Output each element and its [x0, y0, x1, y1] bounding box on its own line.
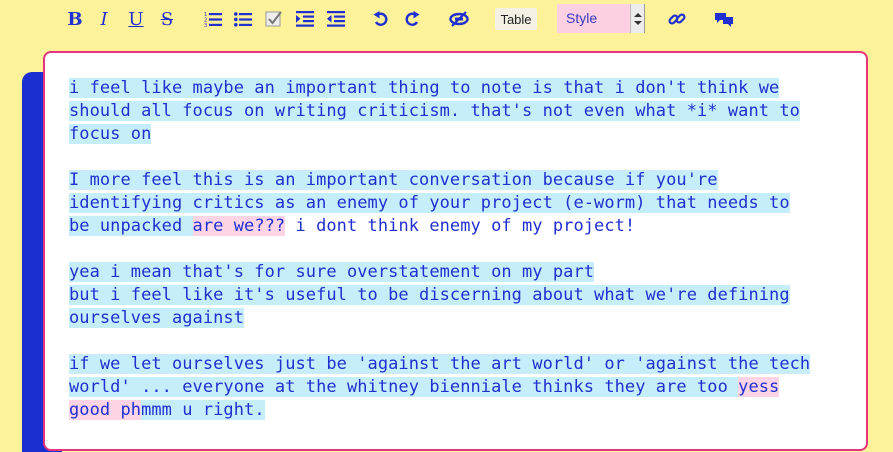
- text-line: I more feel this is an important convers…: [69, 170, 718, 190]
- link-button[interactable]: [666, 8, 688, 30]
- bold-button[interactable]: B: [66, 8, 84, 30]
- table-button-label: Table: [500, 11, 532, 27]
- underline-icon: U: [128, 8, 144, 30]
- strikethrough-icon: S: [160, 8, 174, 30]
- text-segment: be unpacked: [69, 216, 193, 236]
- redo-button[interactable]: [402, 8, 422, 30]
- bullet-list-button[interactable]: [233, 8, 253, 30]
- text-segment: i dont think enemy of my project!: [285, 216, 636, 236]
- ordered-list-button[interactable]: 1 2 3: [203, 8, 223, 30]
- bullet-list-icon: [234, 12, 252, 27]
- text-line: focus on: [69, 124, 152, 144]
- outdent-icon: [327, 11, 345, 27]
- checklist-button[interactable]: [264, 8, 284, 30]
- bold-icon: B: [67, 8, 83, 30]
- ordered-list-icon: 1 2 3: [204, 12, 222, 27]
- indent-button[interactable]: [295, 8, 315, 30]
- comment-button[interactable]: [713, 8, 735, 30]
- comment-icon: [715, 13, 733, 27]
- unlink-icon: [449, 11, 469, 27]
- text-line: identifying critics as an enemy of your …: [69, 193, 790, 213]
- style-dropdown-value: Style: [566, 10, 598, 26]
- italic-button[interactable]: I: [96, 8, 112, 30]
- unlink-button[interactable]: [448, 8, 470, 30]
- redo-icon: [405, 11, 420, 26]
- style-dropdown[interactable]: Style: [557, 4, 645, 33]
- text-editor[interactable]: i feel like maybe an important thing to …: [43, 51, 868, 451]
- text-segment: mmm u right.: [141, 400, 265, 420]
- svg-text:3: 3: [204, 23, 207, 27]
- text-line: should all focus on writing criticism. t…: [69, 101, 800, 121]
- paragraph: if we let ourselves just be 'against the…: [69, 353, 849, 422]
- paragraph: i feel like maybe an important thing to …: [69, 77, 849, 146]
- text-line: i feel like maybe an important thing to …: [69, 78, 780, 98]
- checklist-icon: [265, 11, 282, 27]
- paragraph: I more feel this is an important convers…: [69, 169, 849, 238]
- table-button[interactable]: Table: [495, 8, 537, 30]
- dropdown-arrow-icon[interactable]: [630, 4, 645, 33]
- paragraph: yea i mean that's for sure overstatement…: [69, 261, 849, 330]
- strikethrough-button[interactable]: S: [158, 8, 176, 30]
- comment-highlight[interactable]: are we???: [192, 216, 286, 236]
- undo-icon: [373, 11, 388, 26]
- outdent-button[interactable]: [326, 8, 346, 30]
- italic-icon: I: [100, 8, 108, 30]
- editor-content[interactable]: i feel like maybe an important thing to …: [69, 77, 849, 445]
- text-line: if we let ourselves just be 'against the…: [69, 354, 811, 374]
- indent-icon: [296, 11, 314, 27]
- text-line: ourselves against: [69, 308, 245, 328]
- undo-button[interactable]: [371, 8, 391, 30]
- text-segment: world' ... everyone at the whitney bienn…: [69, 377, 739, 397]
- formatting-toolbar: B I U S 1 2 3 Table Style: [0, 0, 893, 40]
- text-line: but i feel like it's useful to be discer…: [69, 285, 790, 305]
- link-icon: [668, 13, 686, 25]
- comment-highlight[interactable]: good ph: [69, 400, 142, 420]
- underline-button[interactable]: U: [127, 8, 145, 30]
- text-line: yea i mean that's for sure overstatement…: [69, 262, 595, 282]
- comment-highlight[interactable]: yess: [738, 377, 780, 397]
